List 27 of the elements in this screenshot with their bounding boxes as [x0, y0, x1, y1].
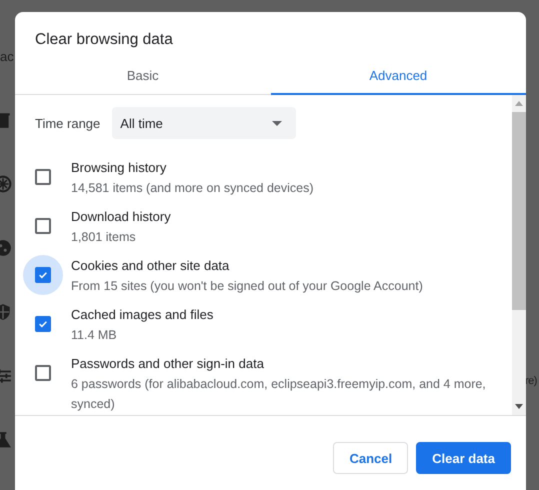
arrow-down-icon[interactable] — [515, 404, 523, 409]
checkbox[interactable] — [35, 218, 51, 234]
option-title: Download history — [71, 208, 172, 226]
option-description: 14,581 items (and more on synced devices) — [71, 180, 314, 197]
scrollbar[interactable] — [512, 95, 526, 415]
caret-icon — [272, 120, 282, 126]
field-label: Time range — [35, 116, 100, 130]
option-description: From 15 sites (you won't be signed out of your Google Account) — [71, 278, 424, 295]
cancel-button[interactable]: Cancel — [333, 442, 408, 474]
page-text: re) — [525, 375, 537, 387]
option-title: Cached images and files — [71, 306, 214, 324]
tab[interactable]: Basic — [15, 57, 270, 95]
option-title: Browsing history — [71, 159, 168, 177]
option-description: 11.4 MB — [71, 327, 118, 344]
clear-data-button[interactable]: Clear data — [416, 442, 511, 474]
time-range-dropdown[interactable]: All time — [112, 107, 296, 139]
option-description: 1,801 items — [71, 229, 137, 246]
option-description: 6 passwords (for alibabacloud.com, eclipseapi3.freemyip.com, and 4 more, synced) — [71, 376, 487, 413]
page-text: ac — [0, 48, 14, 65]
checkbox[interactable] — [35, 169, 51, 185]
checkbox[interactable] — [35, 365, 51, 381]
checkbox[interactable] — [35, 316, 51, 332]
dialog-title: Clear browsing data — [34, 30, 174, 50]
option-title: Cookies and other site data — [71, 257, 230, 275]
option-title: Passwords and other sign-in data — [71, 355, 265, 373]
checkbox[interactable] — [35, 267, 51, 283]
tab[interactable]: Advanced — [270, 57, 526, 95]
